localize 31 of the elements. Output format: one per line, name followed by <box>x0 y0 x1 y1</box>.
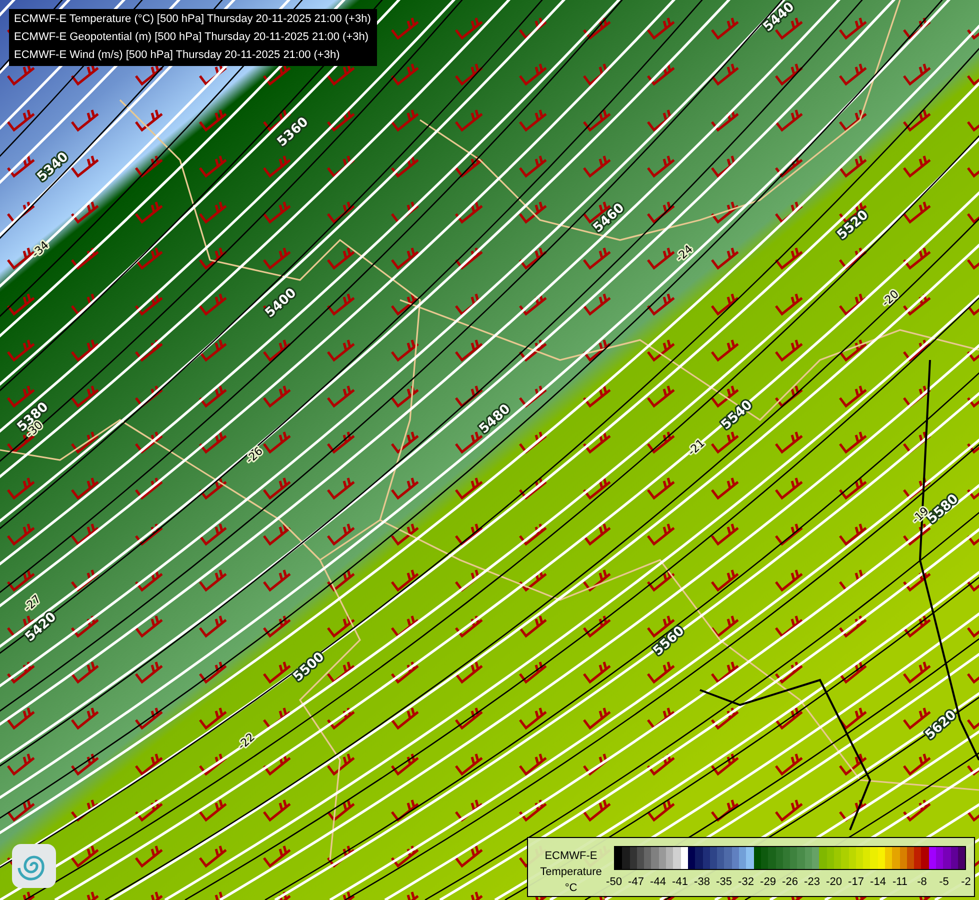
isotherm-label: -20 <box>879 288 902 310</box>
isotherm-label: -21 <box>685 436 708 458</box>
scale-label: -35 <box>716 876 732 888</box>
swirl-logo-icon[interactable] <box>12 844 56 888</box>
legend-title: Temperature <box>540 865 602 880</box>
map-title: ECMWF-E Temperature (°C) [500 hPa] Thursday 20-11-2025 21:00 (+3h) <box>14 12 371 27</box>
scale-label: -14 <box>870 876 886 888</box>
scale-label: -26 <box>782 876 798 888</box>
legend-title: ECMWF-E <box>544 849 598 864</box>
scale-label: -8 <box>917 876 927 888</box>
map-title: ECMWF-E Wind (m/s) [500 hPa] Thursday 20-11-2025 21:00 (+3h) <box>14 48 341 63</box>
map-title: ECMWF-E Geopotential (m) [500 hPa] Thursday 20-11-2025 21:00 (+3h) <box>14 30 370 45</box>
scale-label: -44 <box>650 876 666 888</box>
scale-label: -23 <box>804 876 820 888</box>
legend-title: °C <box>564 881 578 896</box>
isotherm-label: -26 <box>243 444 266 466</box>
scale-label: -38 <box>694 876 710 888</box>
scale-label: -20 <box>826 876 842 888</box>
scale-label: -11 <box>892 876 908 888</box>
scale-label: -17 <box>848 876 864 888</box>
isotherm-label: -34 <box>29 238 52 260</box>
scale-label: -50 <box>606 876 622 888</box>
scale-label: -29 <box>760 876 776 888</box>
scale-label: -41 <box>672 876 688 888</box>
isotherm-label: -22 <box>235 730 258 752</box>
isotherm-label: -27 <box>21 592 44 614</box>
scale-label: -5 <box>939 876 949 888</box>
scale-label: -47 <box>628 876 644 888</box>
scale-label: -32 <box>738 876 754 888</box>
scale-label: -2 <box>961 876 971 888</box>
isotherm-label: -24 <box>673 242 696 264</box>
